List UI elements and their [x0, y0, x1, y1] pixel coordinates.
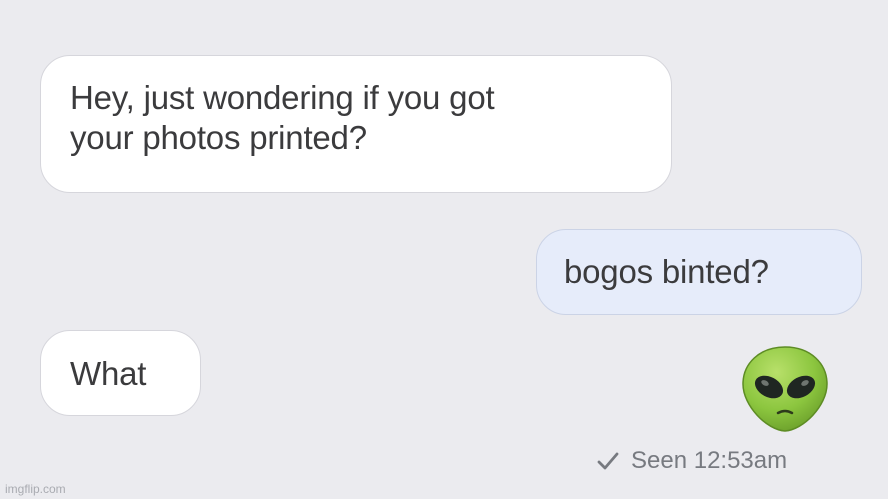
outgoing-message-bubble[interactable]: bogos binted? — [536, 229, 862, 315]
chat-thread: Hey, just wondering if you got your phot… — [0, 0, 888, 499]
incoming-message-bubble[interactable]: Hey, just wondering if you got your phot… — [40, 55, 672, 193]
message-text-line: What — [70, 355, 147, 392]
read-receipt-text: Seen 12:53am — [631, 447, 788, 474]
checkmark-icon — [596, 449, 620, 473]
incoming-message-bubble[interactable]: What — [40, 330, 201, 416]
alien-icon[interactable] — [741, 344, 829, 434]
message-text-line: bogos binted? — [564, 253, 769, 290]
message-text-line: your photos printed? — [70, 119, 367, 156]
watermark: imgflip.com — [5, 482, 66, 496]
message-text-line: Hey, just wondering if you got — [70, 79, 495, 116]
read-receipt: Seen 12:53am — [596, 446, 787, 476]
